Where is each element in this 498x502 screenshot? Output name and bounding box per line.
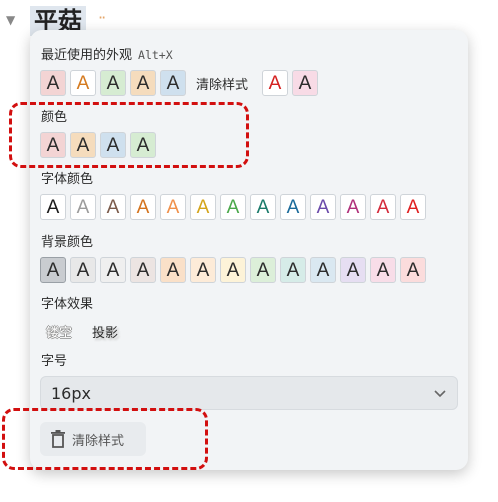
- recent-swatch[interactable]: A: [130, 70, 156, 96]
- recent-appearance-title: 最近使用的外观: [41, 48, 133, 63]
- font-effect-label: 字体效果: [41, 297, 94, 312]
- recent-swatch[interactable]: A: [160, 70, 186, 96]
- font-color-swatch[interactable]: A: [190, 194, 216, 220]
- chevron-down-icon: [434, 390, 446, 398]
- font-color-swatch[interactable]: A: [220, 194, 246, 220]
- color-swatch-row: A A A A: [40, 132, 156, 158]
- color-swatch[interactable]: A: [40, 132, 66, 158]
- clear-style-button[interactable]: 清除样式: [40, 422, 146, 456]
- recent-appearance-shortcut: Alt+X: [138, 48, 173, 62]
- clear-style-label: 清除样式: [72, 433, 125, 449]
- bg-color-label: 背景颜色: [41, 235, 94, 250]
- font-color-swatch[interactable]: A: [310, 194, 336, 220]
- shadow-effect-option[interactable]: 投影: [86, 319, 124, 344]
- font-color-swatch[interactable]: A: [400, 194, 426, 220]
- recent-swatch-row: A A A A A 清除样式 A A: [40, 70, 319, 96]
- bg-color-swatch[interactable]: A: [160, 257, 186, 283]
- bg-color-swatch[interactable]: A: [400, 257, 426, 283]
- recent-swatch[interactable]: A: [70, 70, 96, 96]
- appearance-popover: 最近使用的外观 Alt+X A A A A A 清除样式 A A 颜色 A A A…: [30, 30, 468, 470]
- bg-color-swatch-row: A A A A A A A A A A A A A: [40, 257, 426, 283]
- font-size-select[interactable]: 16px: [40, 376, 458, 410]
- font-color-swatch[interactable]: A: [130, 194, 156, 220]
- collapse-arrow-icon[interactable]: ▼: [6, 13, 15, 27]
- font-color-swatch[interactable]: A: [70, 194, 96, 220]
- bg-color-swatch[interactable]: A: [190, 257, 216, 283]
- font-color-swatch[interactable]: A: [40, 194, 66, 220]
- bg-color-swatch[interactable]: A: [220, 257, 246, 283]
- drag-handle-icon[interactable]: ··: [98, 8, 106, 27]
- font-color-swatch[interactable]: A: [160, 194, 186, 220]
- font-effect-row: 镂空 投影: [40, 319, 124, 344]
- bg-color-swatch[interactable]: A: [250, 257, 276, 283]
- font-color-swatch[interactable]: A: [250, 194, 276, 220]
- font-color-swatch[interactable]: A: [280, 194, 306, 220]
- color-label: 颜色: [41, 110, 68, 125]
- font-size-label: 字号: [41, 354, 68, 369]
- bg-color-swatch[interactable]: A: [370, 257, 396, 283]
- hollow-effect-option[interactable]: 镂空: [40, 319, 78, 344]
- recent-appearance-label: 最近使用的外观 Alt+X: [41, 47, 173, 64]
- recent-swatch[interactable]: A: [292, 70, 319, 96]
- bg-color-swatch[interactable]: A: [340, 257, 366, 283]
- color-swatch[interactable]: A: [70, 132, 96, 158]
- recent-clear-style-text[interactable]: 清除样式: [190, 74, 258, 93]
- bg-color-swatch[interactable]: A: [130, 257, 156, 283]
- bg-color-swatch[interactable]: A: [100, 257, 126, 283]
- font-size-value: 16px: [51, 383, 91, 403]
- font-color-swatch[interactable]: A: [340, 194, 366, 220]
- bg-color-swatch[interactable]: A: [280, 257, 306, 283]
- recent-swatch[interactable]: A: [100, 70, 126, 96]
- font-color-swatch[interactable]: A: [100, 194, 126, 220]
- recent-swatch[interactable]: A: [262, 70, 289, 96]
- font-color-swatch[interactable]: A: [370, 194, 396, 220]
- bg-color-swatch[interactable]: A: [310, 257, 336, 283]
- font-color-label: 字体颜色: [41, 172, 94, 187]
- trash-icon: [51, 430, 65, 448]
- color-swatch[interactable]: A: [100, 132, 126, 158]
- color-swatch[interactable]: A: [130, 132, 156, 158]
- recent-swatch[interactable]: A: [40, 70, 66, 96]
- bg-color-swatch[interactable]: A: [70, 257, 96, 283]
- font-color-swatch-row: A A A A A A A A A A A A A: [40, 194, 426, 220]
- bg-color-swatch[interactable]: A: [40, 257, 66, 283]
